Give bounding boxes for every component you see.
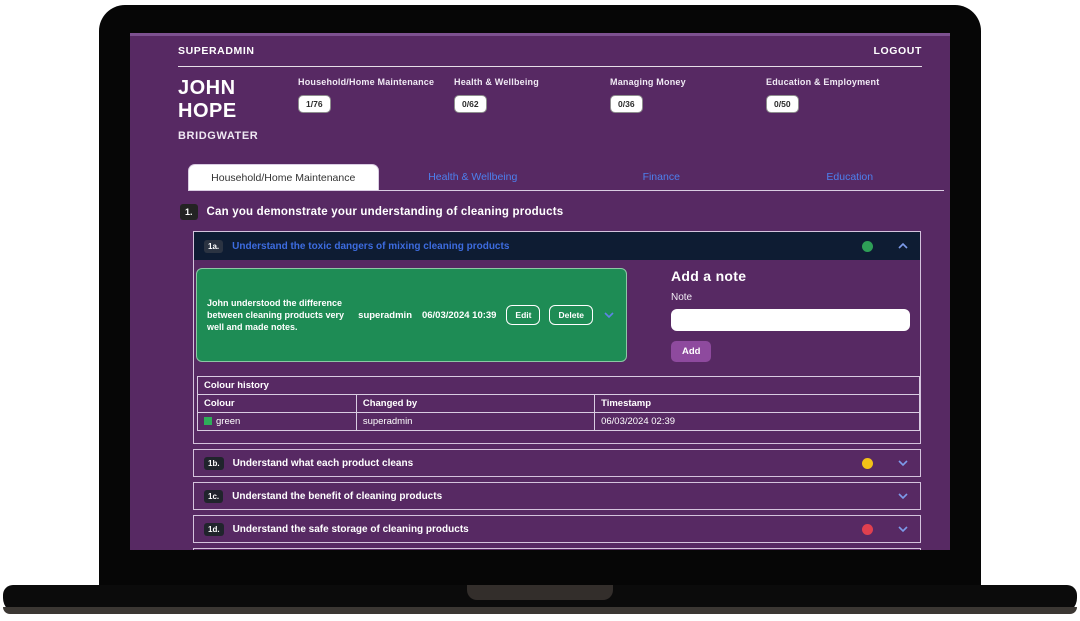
column-header-colour: Colour <box>198 395 357 413</box>
accordion-item-1a: 1a. Understand the toxic dangers of mixi… <box>193 231 921 444</box>
item-title: Understand the benefit of cleaning produ… <box>232 491 887 502</box>
item-title: Understand the safe storage of cleaning … <box>233 524 853 535</box>
add-note-button[interactable]: Add <box>671 341 711 362</box>
chevron-down-icon[interactable] <box>602 308 616 322</box>
chevron-down-icon[interactable] <box>896 489 910 503</box>
tab-health-wellbeing[interactable]: Health & Wellbeing <box>379 164 568 190</box>
accordion-header-1a[interactable]: 1a. Understand the toxic dangers of mixi… <box>194 232 920 260</box>
status-dot <box>862 458 873 469</box>
tab-household-home-maintenance[interactable]: Household/Home Maintenance <box>188 164 379 190</box>
item-title: Understand the toxic dangers of mixing c… <box>232 241 853 252</box>
chevron-up-icon[interactable] <box>896 239 910 253</box>
status-dot <box>862 241 873 252</box>
stat-label: Managing Money <box>610 77 766 87</box>
item-id-badge: 1d. <box>204 523 224 536</box>
category-stats: Household/Home Maintenance 1/76 Health &… <box>298 77 922 142</box>
note-timestamp: 06/03/2024 10:39 <box>421 310 497 321</box>
colour-value: green <box>216 416 240 427</box>
note-input[interactable] <box>671 309 910 331</box>
chevron-down-icon[interactable] <box>896 522 910 536</box>
colour-cell: green <box>198 413 357 431</box>
stat-education: Education & Employment 0/50 <box>766 77 922 142</box>
column-header-timestamp: Timestamp <box>595 395 920 413</box>
question-number-badge: 1. <box>180 204 198 220</box>
profile-header: JOHN HOPE BRIDGWATER Household/Home Main… <box>178 77 922 142</box>
question-title: Can you demonstrate your understanding o… <box>207 206 564 218</box>
user-name: JOHN HOPE <box>178 77 298 123</box>
stat-household: Household/Home Maintenance 1/76 <box>298 77 454 142</box>
note-text: John understood the difference between c… <box>207 297 349 333</box>
changed-by-cell: superadmin <box>356 413 594 431</box>
question-row: 1. Can you demonstrate your understandin… <box>180 204 950 220</box>
accordion-item-1e[interactable]: 1e. Understand contact time with product… <box>193 548 921 550</box>
skills-accordion: 1a. Understand the toxic dangers of mixi… <box>193 231 921 550</box>
note-card: John understood the difference between c… <box>196 268 627 362</box>
tab-finance[interactable]: Finance <box>567 164 756 190</box>
laptop-notch <box>467 585 613 600</box>
delete-note-button[interactable]: Delete <box>549 305 593 325</box>
stat-label: Education & Employment <box>766 77 922 87</box>
accordion-item-1c[interactable]: 1c. Understand the benefit of cleaning p… <box>193 482 921 510</box>
timestamp-cell: 06/03/2024 02:39 <box>595 413 920 431</box>
laptop-mockup: SUPERADMIN LOGOUT JOHN HOPE BRIDGWATER H… <box>0 0 1080 621</box>
colour-history-table: Colour history Colour Changed by Timesta… <box>197 376 920 431</box>
stat-label: Health & Wellbeing <box>454 77 610 87</box>
item-title: Understand what each product cleans <box>233 458 853 469</box>
accordion-item-1d[interactable]: 1d. Understand the safe storage of clean… <box>193 515 921 543</box>
stat-health: Health & Wellbeing 0/62 <box>454 77 610 142</box>
user-location: BRIDGWATER <box>178 130 298 142</box>
tab-education[interactable]: Education <box>756 164 945 190</box>
laptop-base <box>3 585 1077 614</box>
status-dot <box>862 524 873 535</box>
note-field-label: Note <box>671 292 910 303</box>
laptop-base-strip <box>3 607 1077 614</box>
stat-count-badge: 0/36 <box>610 95 643 113</box>
stat-count-badge: 1/76 <box>298 95 331 113</box>
top-navbar: SUPERADMIN LOGOUT <box>178 36 922 67</box>
item-id-badge: 1c. <box>204 490 223 503</box>
stat-money: Managing Money 0/36 <box>610 77 766 142</box>
table-caption-row: Colour history <box>198 377 920 395</box>
brand-label: SUPERADMIN <box>178 45 255 57</box>
user-block: JOHN HOPE BRIDGWATER <box>178 77 298 142</box>
table-header-row: Colour Changed by Timestamp <box>198 395 920 413</box>
item-id-badge: 1b. <box>204 457 224 470</box>
edit-note-button[interactable]: Edit <box>506 305 540 325</box>
item-id-badge: 1a. <box>204 240 223 253</box>
stat-label: Household/Home Maintenance <box>298 77 454 87</box>
add-note-title: Add a note <box>671 268 910 284</box>
accordion-item-1b[interactable]: 1b. Understand what each product cleans <box>193 449 921 477</box>
note-author: superadmin <box>358 310 412 321</box>
table-row: green superadmin 06/03/2024 02:39 <box>198 413 920 431</box>
colour-swatch <box>204 417 212 425</box>
accordion-body-1a: John understood the difference between c… <box>194 260 920 443</box>
tab-bar: Household/Home Maintenance Health & Well… <box>188 164 944 191</box>
chevron-down-icon[interactable] <box>896 456 910 470</box>
table-caption: Colour history <box>198 377 920 395</box>
stat-count-badge: 0/50 <box>766 95 799 113</box>
column-header-changed-by: Changed by <box>356 395 594 413</box>
app-screen: SUPERADMIN LOGOUT JOHN HOPE BRIDGWATER H… <box>130 33 950 550</box>
add-note-section: Add a note Note Add <box>671 268 910 362</box>
stat-count-badge: 0/62 <box>454 95 487 113</box>
logout-button[interactable]: LOGOUT <box>873 45 922 57</box>
